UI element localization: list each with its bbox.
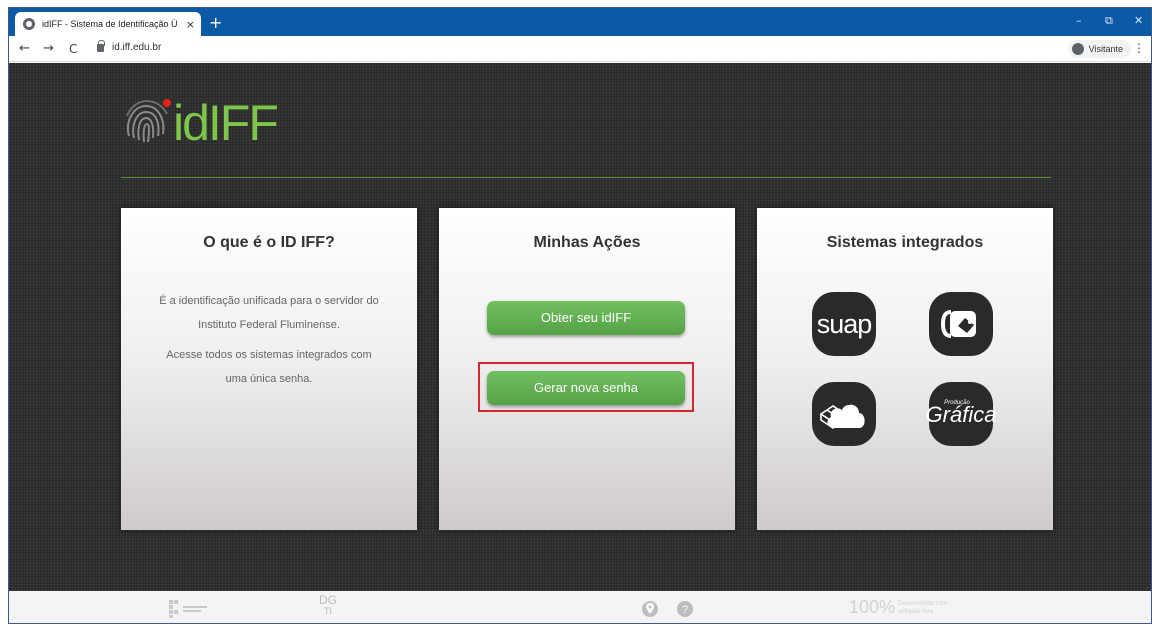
dgti-text: DG: [319, 593, 337, 607]
card-actions-title: Minhas Ações: [533, 234, 641, 251]
card-systems-title: Sistemas integrados: [826, 234, 984, 251]
header-divider: [121, 177, 1051, 178]
card-actions: Minhas Ações Obter seu idIFF Gerar nova …: [439, 208, 735, 530]
suap-icon[interactable]: suap: [812, 292, 876, 356]
free-software-line-1: Desenvolvido com: [898, 600, 948, 607]
browser-window: idIFF - Sistema de Identificação Ú × + –…: [8, 7, 1152, 624]
back-arrow-icon[interactable]: ←: [19, 41, 30, 56]
about-line-3: Acesse todos os sistemas integrados com: [166, 349, 372, 361]
percent-text: 100%: [849, 597, 896, 617]
svg-text:?: ?: [682, 604, 688, 616]
mug-glyph: [941, 310, 976, 338]
card-about: O que é o ID IFF? É a identificação unif…: [121, 208, 417, 530]
help-icon[interactable]: ?: [676, 600, 694, 618]
tab-bar: idIFF - Sistema de Identificação Ú × + –…: [9, 8, 1151, 36]
free-software-line-2: software livre: [898, 608, 934, 615]
free-software-badge[interactable]: 100% Desenvolvido com software livre: [849, 597, 947, 618]
free-software-text: Desenvolvido com software livre: [898, 600, 947, 616]
profile-button[interactable]: Visitante: [1067, 40, 1131, 58]
fingerprint-icon: [126, 99, 171, 143]
dgti-sub-text: TI: [324, 606, 332, 616]
iff-logo[interactable]: [169, 600, 239, 623]
browser-tab[interactable]: idIFF - Sistema de Identificação Ú ×: [15, 12, 201, 36]
globe-icon: [23, 18, 35, 30]
card-about-title: O que é o ID IFF?: [203, 234, 335, 251]
dgti-logo[interactable]: DG TI: [319, 593, 337, 617]
close-window-icon[interactable]: ✕: [1134, 14, 1143, 27]
location-pin-icon[interactable]: [641, 600, 659, 618]
reload-icon[interactable]: C: [69, 42, 77, 56]
iff-mark-icon: [169, 600, 207, 618]
card-systems: Sistemas integrados suap Produção Gráfic…: [757, 208, 1053, 530]
page-footer: DG TI ? 100% Desenvolvido com software l…: [9, 591, 1151, 623]
about-line-4: uma única senha.: [225, 373, 313, 385]
url-field[interactable]: id.iff.edu.br: [112, 42, 161, 53]
lock-icon[interactable]: [97, 40, 105, 52]
address-bar: ← → C id.iff.edu.br Visitante ⋮: [9, 36, 1151, 62]
about-line-2: Instituto Federal Fluminense.: [198, 319, 340, 331]
grafica-label: Gráfica: [925, 402, 997, 427]
profile-label: Visitante: [1088, 44, 1123, 54]
about-line-1: É a identificação unificada para o servi…: [159, 295, 379, 307]
tab-title: idIFF - Sistema de Identificação Ú: [42, 19, 178, 29]
restore-icon[interactable]: ⧉: [1105, 14, 1113, 28]
logo-text: idIFF: [173, 95, 279, 151]
user-icon: [1071, 43, 1084, 55]
obtain-idiff-button[interactable]: Obter seu idIFF: [487, 301, 685, 335]
forward-arrow-icon[interactable]: →: [43, 41, 54, 56]
grafica-icon[interactable]: Produção Gráfica: [926, 382, 996, 446]
tab-close-icon[interactable]: ×: [186, 18, 195, 31]
cloud-box-icon[interactable]: [812, 382, 876, 446]
suap-label: suap: [816, 308, 873, 339]
new-tab-button[interactable]: +: [209, 13, 222, 32]
minimize-icon[interactable]: –: [1076, 14, 1082, 27]
new-password-button[interactable]: Gerar nova senha: [487, 371, 685, 405]
page-content: idIFF O que é o ID IFF? É a identificaçã…: [9, 63, 1151, 591]
menu-icon[interactable]: ⋮: [1133, 41, 1145, 55]
mug-icon[interactable]: [929, 292, 993, 356]
cloud-box-glyph: [819, 399, 865, 429]
idiff-logo[interactable]: idIFF: [121, 93, 279, 153]
